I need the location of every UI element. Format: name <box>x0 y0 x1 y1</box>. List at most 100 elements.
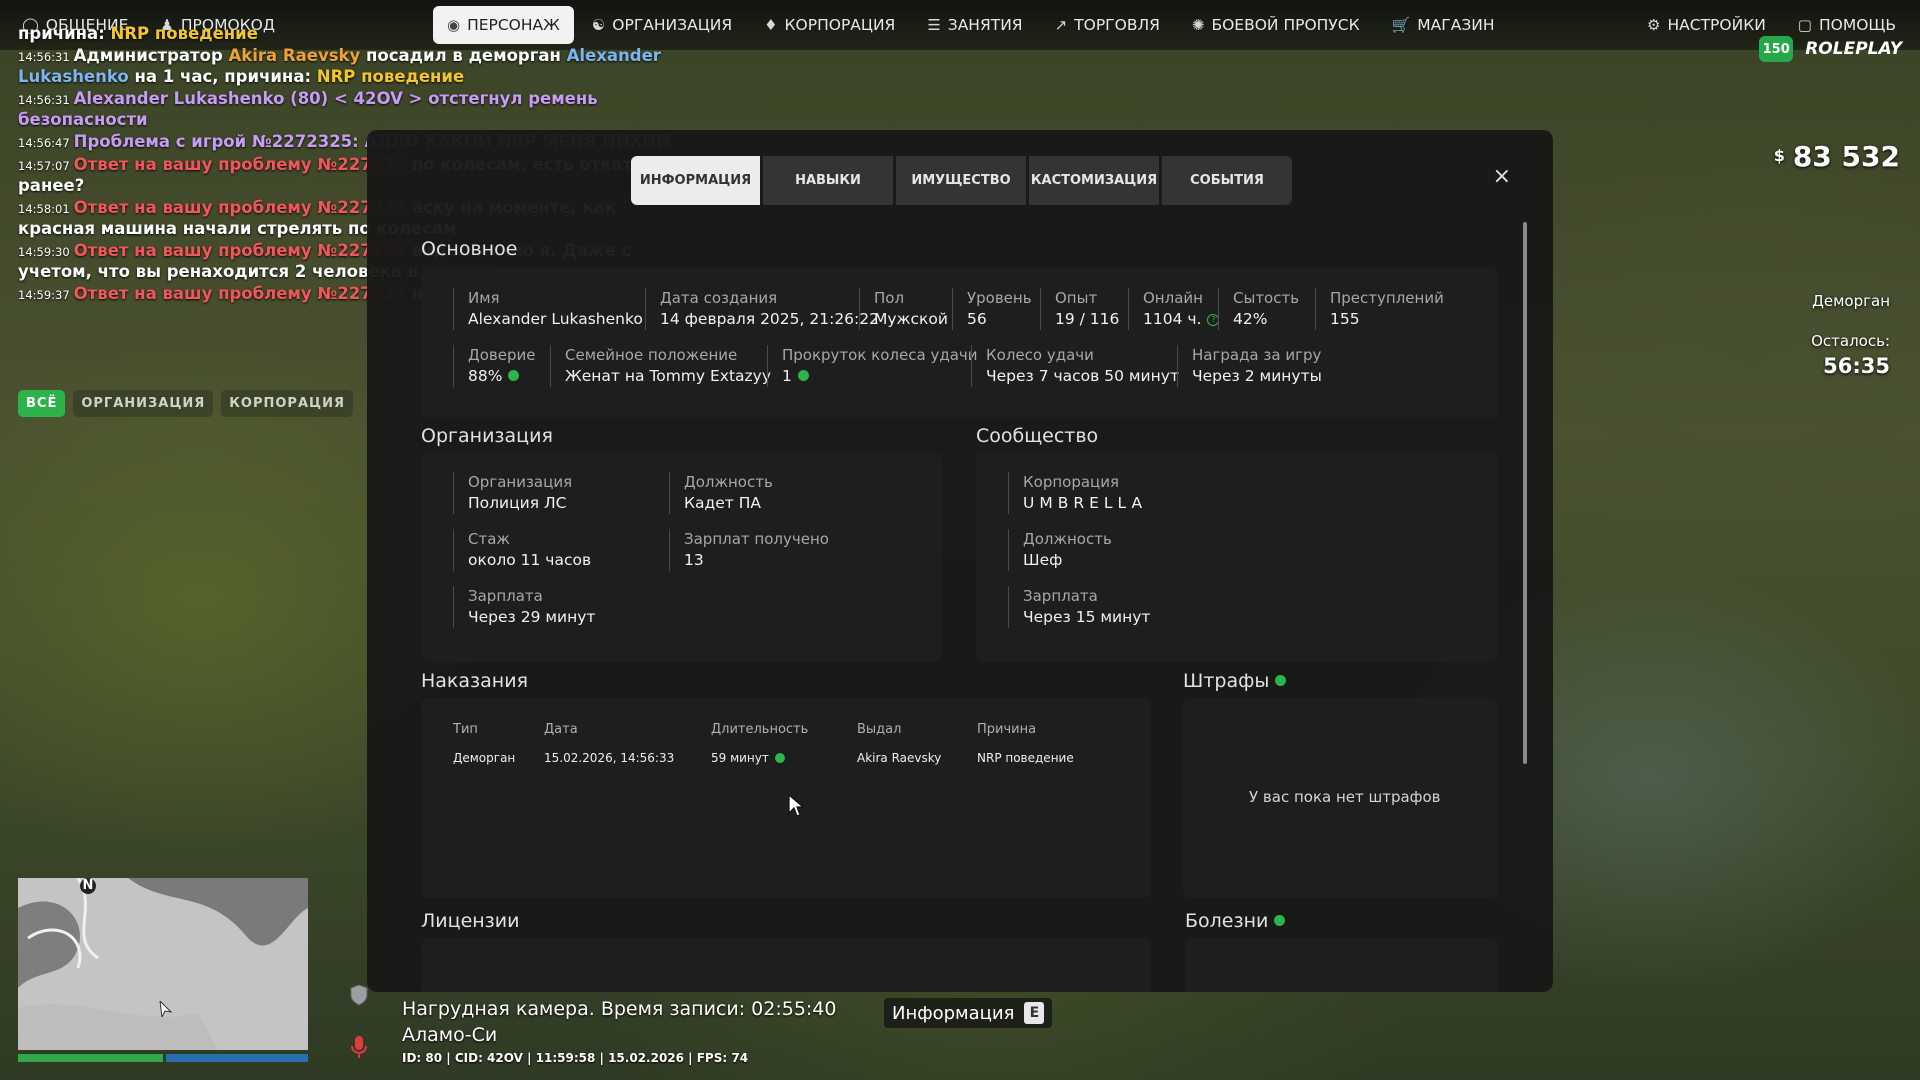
field-salaries-received: Зарплат получено 13 <box>669 529 829 571</box>
field-label: Организация <box>468 473 573 491</box>
chat-filter-organization[interactable]: ОРГАНИЗАЦИЯ <box>73 390 214 417</box>
field-value: 155 <box>1330 310 1360 328</box>
field-value: Alexander Lukashenko <box>468 310 643 328</box>
corporation-icon: ♦ <box>764 15 778 34</box>
field-corp: Корпорация UMBRELLA <box>1008 472 1147 514</box>
player-arrow-icon <box>159 1001 172 1017</box>
minimap-terrain <box>18 878 308 1050</box>
col-header-duration: Длительность <box>711 722 809 737</box>
brand-label: ROLEPLAY <box>1805 39 1902 59</box>
field-value: Через 2 минуты <box>1192 367 1322 385</box>
keycap-e: E <box>1024 1002 1045 1024</box>
tab-events[interactable]: СОБЫТИЯ <box>1162 156 1292 205</box>
field-label: Опыт <box>1055 289 1098 307</box>
field-corp-position: Должность Шеф <box>1008 529 1112 571</box>
field-crimes: Преступлений 155 <box>1315 288 1444 330</box>
duration-value: 59 минут <box>711 751 769 765</box>
nav-shop[interactable]: 🛒 МАГАЗИН <box>1378 6 1509 44</box>
field-label: Корпорация <box>1023 473 1120 491</box>
field-value: 88% <box>468 365 535 387</box>
help-icon: ▢ <box>1797 15 1812 34</box>
field-label: Награда за игру <box>1192 346 1322 364</box>
field-value: 13 <box>684 551 704 569</box>
tab-customization[interactable]: КАСТОМИЗАЦИЯ <box>1029 156 1159 205</box>
field-value: Шеф <box>1023 551 1063 569</box>
field-label: Стаж <box>468 530 510 548</box>
diseases-title-text: Болезни <box>1185 910 1269 932</box>
nav-settings[interactable]: ⚙ НАСТРОЙКИ <box>1633 6 1780 44</box>
spins-value: 1 <box>782 367 792 385</box>
field-family: Семейное положение Женат на Tommy Extazy… <box>550 345 771 387</box>
microphone-icon[interactable] <box>346 1034 372 1060</box>
nav-label: ТОРГОВЛЯ <box>1074 16 1160 34</box>
minimap: N <box>18 878 308 1050</box>
community-card: Корпорация UMBRELLA Должность Шеф Зарпла… <box>976 452 1498 662</box>
scrollbar[interactable] <box>1523 222 1527 764</box>
nav-label: ЗАНЯТИЯ <box>947 16 1023 34</box>
nav-label: КОРПОРАЦИЯ <box>784 16 896 34</box>
field-value: Через 29 минут <box>468 608 596 626</box>
cell-date: 15.02.2026, 14:56:33 <box>544 751 675 765</box>
gear-icon: ⚙ <box>1647 15 1661 34</box>
col-header-reason: Причина <box>977 722 1037 737</box>
field-label: Зарплата <box>468 587 543 605</box>
field-trust: Доверие 88% <box>453 345 535 387</box>
chat-timestamp: 14:56:31 <box>18 50 70 64</box>
trade-chart-icon: ↗ <box>1054 15 1068 34</box>
col-header-type: Тип <box>453 722 478 737</box>
section-title-basic: Основное <box>421 238 518 260</box>
status-title: Деморган <box>1812 292 1890 310</box>
chat-text: на 1 час, причина: <box>128 67 317 86</box>
bodycam-info: Нагрудная камера. Время записи: 02:55:40… <box>402 998 837 1065</box>
info-keybind-hint[interactable]: Информация E <box>884 998 1053 1028</box>
status-dot-icon <box>1275 675 1287 686</box>
currency-sign: $ <box>1773 146 1785 165</box>
shield-icon <box>346 982 372 1008</box>
cell-issuer: Akira Raevsky <box>857 751 942 765</box>
tab-property[interactable]: ИМУЩЕСТВО <box>896 156 1026 205</box>
field-value: UMBRELLA <box>1023 494 1148 512</box>
close-icon[interactable]: × <box>1493 164 1511 189</box>
fines-card: У вас пока нет штрафов <box>1183 698 1498 898</box>
chat-timestamp: 14:58:01 <box>18 202 70 216</box>
field-name: Имя Alexander Lukashenko <box>453 288 643 330</box>
chat-timestamp: 14:59:30 <box>18 245 70 259</box>
licenses-card <box>421 938 1151 992</box>
field-label: Прокруток колеса удачи <box>782 346 978 364</box>
tab-skills[interactable]: НАВЫКИ <box>763 156 893 205</box>
nav-trade[interactable]: ↗ ТОРГОВЛЯ <box>1041 6 1174 44</box>
field-label: Дата создания <box>660 289 778 307</box>
chat-filter-corporation[interactable]: КОРПОРАЦИЯ <box>221 390 353 417</box>
chat-timestamp: 14:56:47 <box>18 136 70 150</box>
chat-filter-all[interactable]: ВСЁ <box>18 390 66 417</box>
field-label: Пол <box>874 289 905 307</box>
nav-label: ПОМОЩЬ <box>1818 16 1896 34</box>
chat-timestamp: 14:59:37 <box>18 288 70 302</box>
bodycam-status: Нагрудная камера. Время записи: 02:55:40 <box>402 998 837 1020</box>
money-display: $ 83 532 <box>1774 140 1900 173</box>
diseases-card <box>1185 938 1498 992</box>
field-value: около 11 часов <box>468 551 592 569</box>
battlepass-icon: ✺ <box>1191 15 1205 34</box>
field-value: Через 15 минут <box>1023 608 1151 626</box>
cell-reason: NRP поведение <box>977 751 1074 765</box>
nav-tasks[interactable]: ☰ ЗАНЯТИЯ <box>913 6 1036 44</box>
cell-type: Деморган <box>453 751 516 765</box>
character-modal: ИНФОРМАЦИЯ НАВЫКИ ИМУЩЕСТВО КАСТОМИЗАЦИЯ… <box>367 130 1553 992</box>
tab-information[interactable]: ИНФОРМАЦИЯ <box>631 156 760 205</box>
remaining-label: Осталось: <box>1811 332 1890 350</box>
chat-text: Alexander Lukashenko (80) < 42OV > отсте… <box>18 89 598 129</box>
field-label: Зарплата <box>1023 587 1098 605</box>
nav-corporation[interactable]: ♦ КОРПОРАЦИЯ <box>750 6 909 44</box>
money-amount: 83 532 <box>1792 140 1900 173</box>
section-title-diseases: Болезни <box>1185 910 1286 932</box>
field-label: Сытость <box>1233 289 1300 307</box>
chat-text: Администратор <box>73 46 229 65</box>
chat-filters: ВСЁ ОРГАНИЗАЦИЯ КОРПОРАЦИЯ <box>18 390 353 417</box>
nav-battlepass[interactable]: ✺ БОЕВОЙ ПРОПУСК <box>1178 6 1374 44</box>
col-header-issuer: Выдал <box>857 722 902 737</box>
status-dot-icon <box>508 370 520 381</box>
trust-value: 88% <box>468 367 503 385</box>
field-online: Онлайн 1104 ч.? <box>1128 288 1220 330</box>
fines-title-text: Штрафы <box>1183 670 1270 692</box>
